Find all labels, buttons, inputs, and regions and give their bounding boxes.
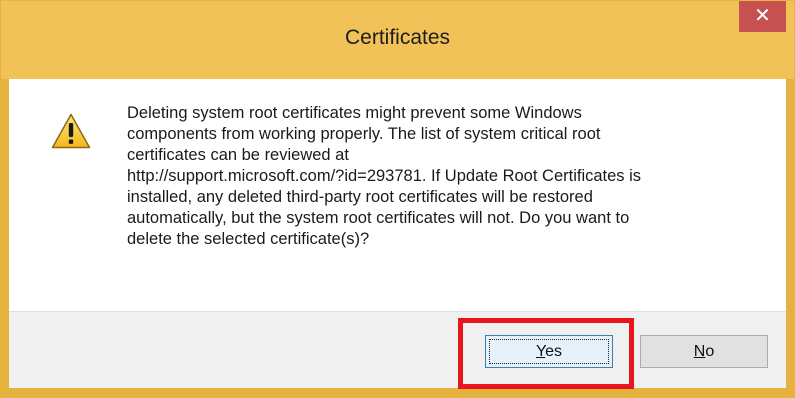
title-bar[interactable]: Certificates ✕ <box>1 1 794 79</box>
close-icon: ✕ <box>754 5 771 27</box>
no-mnemonic: N <box>693 343 706 360</box>
no-button[interactable]: No <box>640 335 768 368</box>
no-label: o <box>705 343 715 360</box>
warning-icon <box>51 113 91 149</box>
message-area: Deleting system root certificates might … <box>9 79 786 311</box>
button-bar: Yes No <box>9 311 786 388</box>
certificates-dialog: Certificates ✕ Deleting system root cert… <box>0 0 795 398</box>
message-text: Deleting system root certificates might … <box>127 104 642 248</box>
highlight-box <box>458 318 634 389</box>
dialog-title: Certificates <box>344 26 451 49</box>
close-button[interactable]: ✕ <box>739 1 786 32</box>
